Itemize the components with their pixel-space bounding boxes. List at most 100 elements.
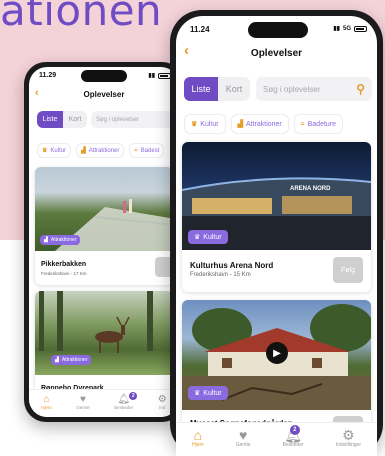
search-placeholder: Søg i oplevelser: [96, 116, 140, 123]
nav-title: Oplevelser: [250, 48, 303, 59]
notification-badge: 2: [129, 392, 138, 400]
follow-button[interactable]: Følg: [333, 257, 363, 283]
card-title: Pikkerbakken: [41, 261, 87, 268]
attraction-icon: ▟: [237, 121, 243, 128]
back-phone: 11.29 ▮▮ ‹ Oplevelser Liste Kort Søg i o…: [24, 62, 184, 422]
back-phone-screen: 11.29 ▮▮ ‹ Oplevelser Liste Kort Søg i o…: [29, 67, 179, 417]
card-photo: ▟ Attraktioner: [35, 167, 173, 251]
search-input[interactable]: Søg i oplevelser: [91, 111, 179, 128]
front-phone: 11.24 ▮▮ 5G ‹ Oplevelser Liste Kort Søg …: [170, 10, 383, 456]
arena-sign: ARENA NORD: [290, 186, 331, 192]
chip-label: Kultur: [200, 120, 219, 128]
tab-label: Ind: [159, 405, 166, 410]
card-subtitle: Frederikshavn - 17 Km: [41, 271, 87, 276]
chip-label: Badest: [140, 147, 160, 154]
tab-settings[interactable]: ⚙ Ind: [158, 390, 167, 417]
chip-label: Attraktioner: [245, 120, 282, 128]
tab-label: Gemte: [76, 405, 90, 410]
notification-badge: 2: [289, 425, 300, 435]
tab-bar: ⌂ Hjem ♥ Gemte 🔔︎ 2 Beskeder ⚙ Indstilli…: [176, 422, 377, 456]
bell-icon: 🔔︎: [117, 394, 131, 405]
tab-saved[interactable]: ♥ Gemte: [236, 423, 251, 456]
chip-attraktioner[interactable]: ▟ Attraktioner: [230, 114, 289, 134]
home-icon: ⌂: [43, 394, 50, 405]
chip-label: Badeture: [307, 120, 337, 128]
experience-card[interactable]: ▟ Attraktioner Pikkerbakken Frederikshav…: [35, 167, 173, 285]
search-input[interactable]: Søg i oplevelser ⚲: [256, 77, 372, 101]
tag-label: Attraktioner: [61, 357, 88, 363]
toggle-list[interactable]: Liste: [184, 77, 218, 101]
chip-kultur[interactable]: ♛ Kultur: [37, 143, 72, 158]
chip-badeture[interactable]: ≈ Badest: [129, 143, 165, 158]
card-photo: ▟ Attraktioner: [35, 291, 173, 375]
view-toggle[interactable]: Liste Kort: [184, 77, 250, 101]
tab-label: Gemte: [235, 442, 251, 448]
chip-kultur[interactable]: ♛ Kultur: [184, 114, 226, 134]
play-video-icon[interactable]: ▶: [266, 342, 288, 364]
status-icons: ▮▮: [148, 72, 171, 79]
tag-label: Kultur: [203, 233, 222, 241]
heart-icon: ♥: [80, 394, 86, 405]
card-subtitle: Frederikshavn - 15 Km: [190, 272, 251, 278]
signal-icon: ▮▮: [333, 26, 340, 32]
attraction-icon: ▟: [81, 148, 86, 154]
chip-attraktioner[interactable]: ▟ Attraktioner: [76, 143, 125, 158]
tab-saved[interactable]: ♥ Gemte: [76, 390, 90, 417]
tab-bar: ⌂ Hjem ♥ Gemte 🔔︎ 2 Beskeder ⚙ Ind: [29, 389, 179, 417]
tab-home[interactable]: ⌂ Hjem: [41, 390, 52, 417]
category-tag: ▟ Attraktioner: [40, 235, 81, 245]
chip-badeture[interactable]: ≈ Badeture: [293, 114, 344, 134]
culture-icon: ♛: [194, 234, 201, 241]
network-label: 5G: [342, 25, 351, 32]
category-tag: ♛ Kultur: [188, 230, 228, 244]
tab-settings[interactable]: ⚙ Indstillinger: [336, 423, 361, 456]
tab-home[interactable]: ⌂ Hjem: [192, 423, 204, 456]
category-chips: ♛ Kultur ▟ Attraktioner ≈ Badest: [37, 143, 165, 158]
card-photo: ARENA NORD ♛ Kultur: [182, 142, 371, 250]
signal-icon: ▮▮: [148, 73, 155, 79]
heart-icon: ♥: [238, 427, 248, 443]
culture-icon: ♛: [194, 390, 201, 397]
front-phone-screen: 11.24 ▮▮ 5G ‹ Oplevelser Liste Kort Søg …: [176, 16, 377, 456]
beach-icon: ≈: [300, 120, 305, 128]
card-title: Kulturhus Arena Nord: [190, 261, 274, 270]
gear-icon: ⚙: [157, 394, 167, 405]
card-photo: ▶ ♛ Kultur: [182, 300, 371, 410]
tag-label: Kultur: [203, 389, 222, 397]
phone-notch: [248, 22, 308, 38]
battery-icon: [354, 25, 367, 32]
tag-label: Attraktioner: [50, 237, 77, 243]
attraction-icon: ▟: [44, 237, 48, 243]
beach-icon: ≈: [134, 147, 138, 154]
status-time: 11.24: [190, 25, 210, 34]
chip-label: Attraktioner: [88, 147, 120, 154]
tab-label: Beskeder: [282, 442, 304, 448]
status-time: 11.29: [39, 72, 57, 79]
toggle-map[interactable]: Kort: [63, 111, 87, 128]
tab-messages[interactable]: 🔔︎ 2 Beskeder: [283, 423, 304, 456]
experience-card[interactable]: ARENA NORD ♛ Kultur Kulturhus Arena Nord…: [182, 142, 371, 292]
search-icon[interactable]: ⚲: [356, 82, 365, 96]
tab-label: Hjem: [41, 405, 52, 410]
category-tag: ♛ Kultur: [188, 386, 228, 400]
phone-notch: [81, 70, 127, 82]
home-icon: ⌂: [193, 427, 203, 443]
search-placeholder: Søg i oplevelser: [263, 84, 321, 94]
attraction-icon: ▟: [55, 357, 59, 363]
culture-icon: ♛: [191, 121, 198, 128]
experience-card[interactable]: ▟ Attraktioner Rønnebo Dyrepark: [35, 291, 173, 401]
tab-label: Beskeder: [114, 405, 134, 410]
tab-messages[interactable]: 🔔︎ 2 Beskeder: [114, 390, 138, 417]
toggle-map[interactable]: Kort: [218, 77, 250, 101]
category-tag: ▟ Attraktioner: [51, 355, 92, 365]
toggle-list[interactable]: Liste: [37, 111, 63, 128]
view-toggle[interactable]: Liste Kort: [37, 111, 87, 128]
chip-label: Kultur: [50, 147, 67, 154]
experience-card[interactable]: ▶ ♛ Kultur Museet Sognefogedgården: [182, 300, 371, 432]
category-chips: ♛ Kultur ▟ Attraktioner ≈ Badeture: [184, 114, 344, 134]
culture-icon: ♛: [42, 148, 48, 154]
status-icons: ▮▮ 5G: [333, 25, 367, 32]
gear-icon: ⚙: [342, 427, 355, 443]
nav-title: Oplevelser: [83, 90, 125, 99]
tab-label: Indstillinger: [335, 442, 361, 448]
